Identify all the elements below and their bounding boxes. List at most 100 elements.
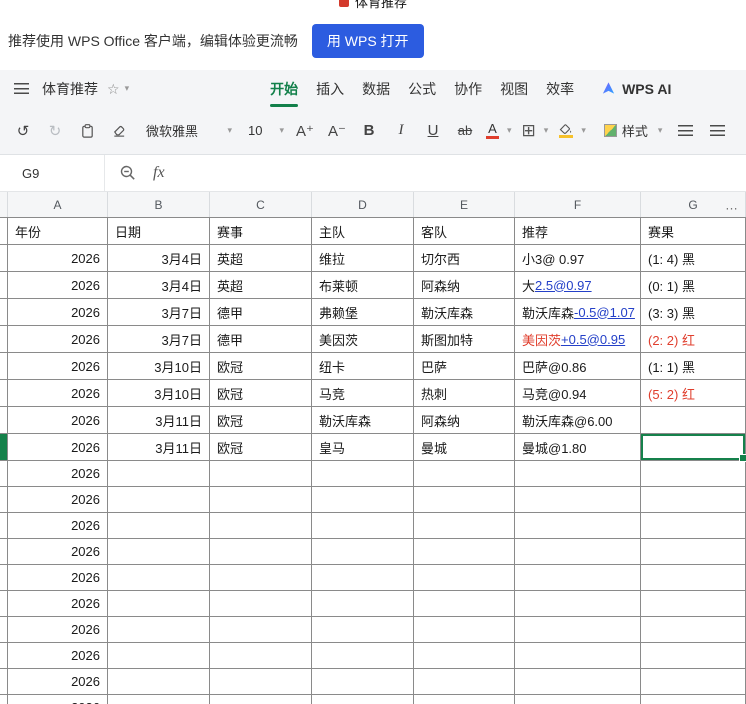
cell-F17[interactable] — [515, 643, 641, 669]
cell-F13[interactable] — [515, 539, 641, 565]
cell-C5[interactable]: 德甲 — [210, 326, 312, 353]
cell-A14[interactable]: 2026 — [8, 565, 108, 591]
cell-A3[interactable]: 2026 — [8, 272, 108, 299]
row-header[interactable] — [0, 380, 8, 407]
cell-B13[interactable] — [108, 539, 210, 565]
cell-C1[interactable]: 赛事 — [210, 218, 312, 245]
cell-B5[interactable]: 3月7日 — [108, 326, 210, 353]
chevron-down-icon[interactable]: ▾ — [125, 84, 130, 93]
row-header[interactable] — [0, 218, 8, 245]
cell-D18[interactable] — [312, 669, 414, 695]
cell-C19[interactable] — [210, 695, 312, 704]
cell-C15[interactable] — [210, 591, 312, 617]
cell-E9[interactable]: 曼城 — [414, 434, 515, 461]
row-header[interactable] — [0, 326, 8, 353]
row-header[interactable] — [0, 487, 8, 513]
select-all-corner[interactable] — [0, 192, 8, 217]
cell-G6[interactable]: (1: 1) 黑 — [641, 353, 746, 380]
cell-B11[interactable] — [108, 487, 210, 513]
row-header[interactable] — [0, 407, 8, 434]
cell-A16[interactable]: 2026 — [8, 617, 108, 643]
cell-E10[interactable] — [414, 461, 515, 487]
cell-F10[interactable] — [515, 461, 641, 487]
cell-A5[interactable]: 2026 — [8, 326, 108, 353]
cell-styles-button[interactable]: 样式 ▾ — [603, 121, 662, 140]
cell-B12[interactable] — [108, 513, 210, 539]
cell-A10[interactable]: 2026 — [8, 461, 108, 487]
cell-B18[interactable] — [108, 669, 210, 695]
cell-D1[interactable]: 主队 — [312, 218, 414, 245]
bold-button[interactable]: B — [356, 118, 382, 144]
cell-C10[interactable] — [210, 461, 312, 487]
cell-G10[interactable] — [641, 461, 746, 487]
column-header-A[interactable]: A — [8, 192, 108, 217]
cell-C7[interactable]: 欧冠 — [210, 380, 312, 407]
row-header[interactable] — [0, 643, 8, 669]
cell-C11[interactable] — [210, 487, 312, 513]
tab-公式[interactable]: 公式 — [399, 70, 445, 107]
cell-A19[interactable]: 2026 — [8, 695, 108, 704]
font-size-select[interactable]: 10 ▾ — [248, 123, 284, 138]
cell-G5[interactable]: (2: 2) 红 — [641, 326, 746, 353]
cell-G19[interactable] — [641, 695, 746, 704]
cell-E18[interactable] — [414, 669, 515, 695]
eraser-button[interactable] — [106, 118, 132, 144]
cell-C3[interactable]: 英超 — [210, 272, 312, 299]
align-left-button[interactable] — [672, 118, 698, 144]
cell-G18[interactable] — [641, 669, 746, 695]
underline-button[interactable]: U — [420, 118, 446, 144]
row-header[interactable] — [0, 461, 8, 487]
cell-A15[interactable]: 2026 — [8, 591, 108, 617]
cell-B3[interactable]: 3月4日 — [108, 272, 210, 299]
cell-D19[interactable] — [312, 695, 414, 704]
undo-button[interactable]: ↺ — [10, 118, 36, 144]
cell-C17[interactable] — [210, 643, 312, 669]
cell-A9[interactable]: 2026 — [8, 434, 108, 461]
cell-G8[interactable] — [641, 407, 746, 434]
cell-C14[interactable] — [210, 565, 312, 591]
cell-D2[interactable]: 维拉 — [312, 245, 414, 272]
cell-G16[interactable] — [641, 617, 746, 643]
cell-A17[interactable]: 2026 — [8, 643, 108, 669]
cell-B6[interactable]: 3月10日 — [108, 353, 210, 380]
increase-font-button[interactable]: A⁺ — [292, 118, 318, 144]
cell-G13[interactable] — [641, 539, 746, 565]
cell-G14[interactable] — [641, 565, 746, 591]
cell-D9[interactable]: 皇马 — [312, 434, 414, 461]
cell-D13[interactable] — [312, 539, 414, 565]
row-header[interactable] — [0, 245, 8, 272]
cell-F9[interactable]: 曼城@1.80 — [515, 434, 641, 461]
row-header[interactable] — [0, 434, 8, 461]
cell-F8[interactable]: 勒沃库森@6.00 — [515, 407, 641, 434]
cell-F3[interactable]: 大 2.5@0.97 — [515, 272, 641, 299]
cell-D12[interactable] — [312, 513, 414, 539]
cell-A8[interactable]: 2026 — [8, 407, 108, 434]
cell-C9[interactable]: 欧冠 — [210, 434, 312, 461]
tab-插入[interactable]: 插入 — [307, 70, 353, 107]
more-columns-button[interactable]: … — [725, 197, 739, 212]
row-header[interactable] — [0, 272, 8, 299]
cell-F7[interactable]: 马竞@0.94 — [515, 380, 641, 407]
cell-A11[interactable]: 2026 — [8, 487, 108, 513]
cell-G7[interactable]: (5: 2) 红 — [641, 380, 746, 407]
row-header[interactable] — [0, 669, 8, 695]
row-header[interactable] — [0, 565, 8, 591]
cell-G1[interactable]: 赛果 — [641, 218, 746, 245]
cell-B8[interactable]: 3月11日 — [108, 407, 210, 434]
row-header[interactable] — [0, 539, 8, 565]
cell-B19[interactable] — [108, 695, 210, 704]
italic-button[interactable]: I — [388, 118, 414, 144]
cell-F19[interactable] — [515, 695, 641, 704]
cell-G11[interactable] — [641, 487, 746, 513]
cell-F18[interactable] — [515, 669, 641, 695]
row-header[interactable] — [0, 299, 8, 326]
cell-E17[interactable] — [414, 643, 515, 669]
cell-D14[interactable] — [312, 565, 414, 591]
column-header-B[interactable]: B — [108, 192, 210, 217]
cell-C16[interactable] — [210, 617, 312, 643]
cell-A13[interactable]: 2026 — [8, 539, 108, 565]
cell-F16[interactable] — [515, 617, 641, 643]
cell-E3[interactable]: 阿森纳 — [414, 272, 515, 299]
tab-开始[interactable]: 开始 — [261, 70, 307, 107]
cell-F14[interactable] — [515, 565, 641, 591]
